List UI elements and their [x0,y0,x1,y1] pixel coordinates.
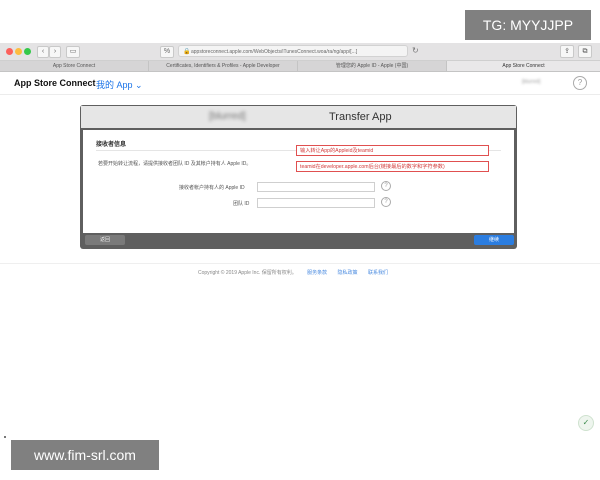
apple-id-help-icon[interactable]: ? [381,181,391,191]
reload-icon[interactable]: ↻ [412,46,419,55]
transfer-app-dialog: [blurred] Transfer App 接收者信息 输入转让App的App… [80,105,517,249]
tab-app-store-connect-active[interactable]: App Store Connect [447,61,600,71]
back-button[interactable]: 返回 [85,235,125,245]
page-footer: Copyright © 2019 Apple Inc. 保留所有权利。 服务条款… [198,269,388,276]
annotation-note-2: teamid在developer.apple.com后台(链接最后的数字和字符参… [296,161,489,172]
dialog-body: 接收者信息 输入转让App的Appleid及teamid teamid在deve… [83,130,514,233]
tab-app-store-connect[interactable]: App Store Connect [0,61,149,71]
address-bar-text: appstoreconnect.apple.com/WebObjects/iTu… [191,49,358,55]
terms-link[interactable]: 服务条款 [307,270,327,276]
new-tab-icon[interactable]: ⧉ [578,45,592,58]
apple-id-label: 接收者帐户持有人的 Apple ID [179,185,245,191]
back-icon[interactable]: ‹ [37,46,49,58]
dialog-header: [blurred] Transfer App [81,106,516,128]
privacy-icon[interactable]: % [160,46,174,58]
account-menu[interactable]: [blurred] [522,79,540,85]
browser-toolbar: ‹ › ▭ % 🔒 appstoreconnect.apple.com/WebO… [0,43,600,61]
team-id-label: 团队 ID [233,201,250,207]
team-id-help-icon[interactable]: ? [381,197,391,207]
team-id-input[interactable] [257,198,375,208]
help-icon[interactable]: ? [573,76,587,90]
copyright-text: Copyright © 2019 Apple Inc. 保留所有权利。 [198,270,297,276]
tg-watermark: TG: MYYJJPP [465,10,591,40]
tab-bar: App Store Connect Certificates, Identifi… [0,61,600,72]
forward-icon[interactable]: › [49,46,61,58]
privacy-link[interactable]: 隐私政策 [338,270,358,276]
share-icon[interactable]: ⇪ [560,45,574,58]
dialog-footer: 返回 继续 [81,233,516,248]
section-title: 接收者信息 [96,142,127,148]
lock-icon: 🔒 [183,49,191,55]
close-window-button[interactable] [6,48,13,55]
apple-id-input[interactable] [257,182,375,192]
footer-divider [0,263,600,264]
app-header: App Store Connect 我的 App ⌄ [blurred] ? [0,72,600,95]
maximize-window-button[interactable] [24,48,31,55]
minimize-window-button[interactable] [15,48,22,55]
my-apps-menu[interactable]: 我的 App ⌄ [96,78,143,91]
app-name-blurred: [blurred] [209,111,246,122]
dialog-description: 若要开始转让流程，请提供接收者团队 ID 及其帐户持有人 Apple ID。 [98,161,252,167]
annotation-note-1: 输入转让App的Appleid及teamid [296,145,489,156]
sidebar-icon[interactable]: ▭ [66,46,80,58]
tab-certificates[interactable]: Certificates, Identifiers & Profiles - A… [149,61,298,71]
dot-marker [4,436,6,438]
tab-apple-id[interactable]: 管理您的 Apple ID - Apple (中国) [298,61,447,71]
contact-link[interactable]: 联系我们 [368,270,388,276]
dialog-title: Transfer App [329,111,392,123]
shield-icon[interactable]: ✓ [578,415,594,431]
website-watermark: www.fim-srl.com [11,440,159,470]
address-bar[interactable]: 🔒 appstoreconnect.apple.com/WebObjects/i… [178,45,408,57]
next-button[interactable]: 继续 [474,235,514,245]
app-brand: App Store Connect [14,78,96,88]
